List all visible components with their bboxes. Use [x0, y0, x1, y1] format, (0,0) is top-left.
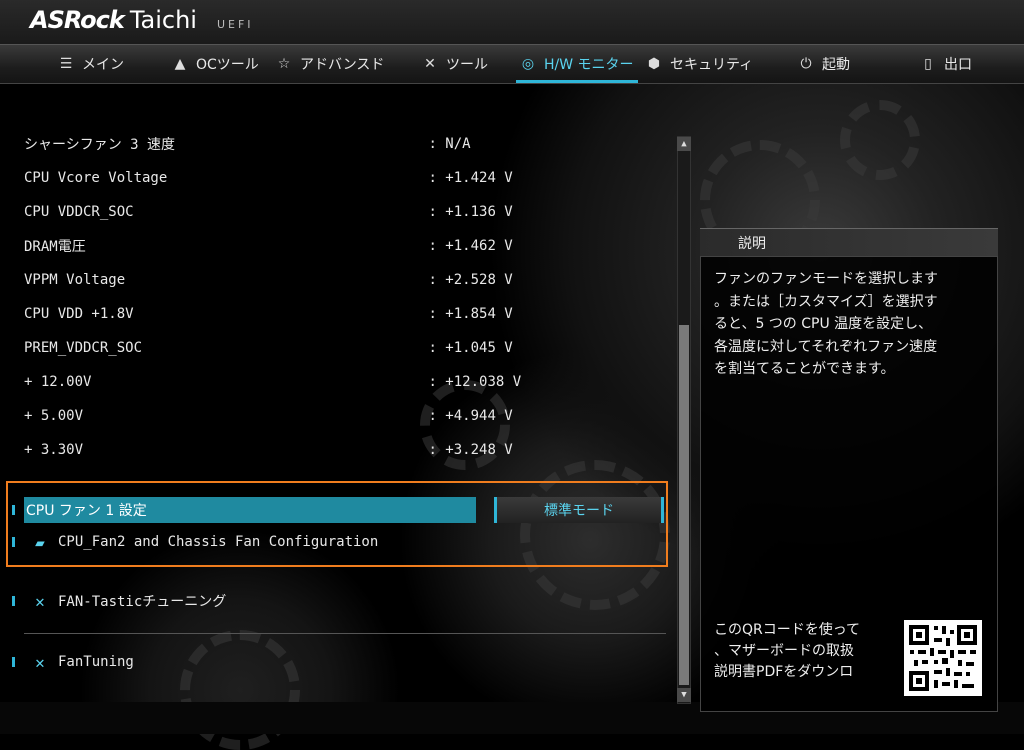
item-label: FAN-Tasticチューニング: [58, 594, 227, 610]
qr-description: このQRコードを使って 、マザーボードの取扱 説明書PDFをダウンロ: [714, 620, 894, 683]
tab-exit[interactable]: ▯ 出口: [920, 45, 972, 83]
exit-icon: ▯: [924, 56, 932, 72]
tab-label: 起動: [822, 57, 850, 73]
monitor-row-value: : +2.528 V: [428, 272, 513, 288]
monitor-row-value: : +1.854 V: [428, 306, 513, 322]
tab-label: ツール: [446, 57, 488, 73]
monitor-row: DRAM電圧 : +1.462 V: [24, 234, 544, 258]
monitor-icon: ◎: [521, 56, 535, 72]
monitor-row: CPU VDDCR_SOC : +1.136 V: [24, 200, 544, 224]
monitor-row-value: : +3.248 V: [428, 442, 513, 458]
fan-tastic-tuning-item[interactable]: ✕ FAN-Tasticチューニング: [30, 589, 226, 613]
monitor-row-label: CPU Vcore Voltage: [24, 170, 168, 186]
monitor-row: CPU Vcore Voltage : +1.424 V: [24, 166, 544, 190]
main-nav: ☰ メイン ▲ OCツール ☆ アドバンスド ✕ ツール ◎ H/W モニター …: [0, 44, 1024, 84]
gear-decoration: [840, 100, 920, 180]
logo-uefi: UEFI: [216, 18, 254, 31]
tab-tools[interactable]: ✕ ツール: [422, 45, 488, 83]
tools-icon: ✕: [424, 56, 436, 72]
tools-icon: ✕: [35, 652, 45, 672]
help-line: ファンのファンモードを選択します: [714, 271, 938, 287]
monitor-row-value: : +1.424 V: [428, 170, 513, 186]
asrock-taichi-logo: ASRock Taichi UEFI: [30, 6, 254, 34]
monitor-row: PREM_VDDCR_SOC : +1.045 V: [24, 336, 544, 360]
help-line: ると、5 つの CPU 温度を設定し、: [714, 316, 933, 332]
tab-advanced[interactable]: ☆ アドバンスド: [276, 45, 385, 83]
monitor-row-label: VPPM Voltage: [24, 272, 126, 288]
tab-label: メイン: [82, 57, 124, 73]
star-icon: ☆: [277, 56, 291, 72]
monitor-row: + 5.00V : +4.944 V: [24, 404, 544, 428]
item-label: FanTuning: [58, 654, 134, 670]
fan-tuning-item[interactable]: ✕ FanTuning: [30, 650, 134, 674]
monitor-row-label: PREM_VDDCR_SOC: [24, 340, 143, 356]
qr-code-icon: [904, 620, 982, 696]
scrollbar-thumb[interactable]: [679, 325, 689, 685]
monitor-row-value: : +1.045 V: [428, 340, 513, 356]
header-bar: ASRock Taichi UEFI: [0, 0, 1024, 44]
monitor-row-value: : +1.462 V: [428, 238, 513, 254]
monitor-row-label: シャーシファン 3 速度: [24, 137, 176, 153]
power-icon: ⏻: [800, 56, 812, 72]
monitor-row-label: CPU VDD +1.8V: [24, 306, 134, 322]
tab-hw-monitor[interactable]: ◎ H/W モニター: [516, 45, 638, 83]
shield-icon: ⬢: [647, 56, 661, 72]
monitor-row-label: CPU VDDCR_SOC: [24, 204, 134, 220]
tab-boot[interactable]: ⏻ 起動: [798, 45, 850, 83]
help-header: 説明: [700, 228, 998, 257]
scroll-down-arrow-icon[interactable]: ▼: [677, 688, 691, 702]
tab-label: OCツール: [196, 57, 259, 73]
tools-icon: ✕: [35, 591, 45, 611]
monitor-row: シャーシファン 3 速度 : N/A: [24, 132, 544, 156]
help-line: 各温度に対してそれぞれファン速度: [714, 338, 938, 355]
qr-line: 説明書PDFをダウンロ: [714, 664, 854, 680]
tab-label: セキュリティ: [670, 57, 754, 73]
scroll-up-arrow-icon[interactable]: ▲: [677, 137, 691, 151]
tab-security[interactable]: ⬢ セキュリティ: [646, 45, 753, 83]
monitor-row-value: : +4.944 V: [428, 408, 513, 424]
item-marker: [12, 657, 15, 667]
rocket-icon: ▲: [174, 56, 186, 72]
help-title: 説明: [738, 236, 766, 252]
monitor-row-label: + 12.00V: [24, 374, 92, 390]
divider: [24, 633, 666, 634]
list-icon: ☰: [59, 56, 73, 72]
tab-label: H/W モニター: [544, 57, 634, 73]
monitor-row: + 12.00V : +12.038 V: [24, 370, 544, 394]
help-line: を割当てることができます。: [714, 361, 895, 377]
qr-line: 、マザーボードの取扱: [714, 643, 854, 659]
tab-main[interactable]: ☰ メイン: [58, 45, 124, 83]
monitor-row-value: : N/A: [428, 136, 471, 152]
help-line: 。または［カスタマイズ］を選択す: [714, 293, 938, 310]
tab-label: 出口: [944, 57, 972, 73]
tab-oc-tools[interactable]: ▲ OCツール: [172, 45, 259, 83]
tab-label: アドバンスド: [300, 57, 385, 73]
monitor-row-label: + 3.30V: [24, 442, 84, 458]
help-description: ファンのファンモードを選択します 。または［カスタマイズ］を選択す ると、5 つ…: [714, 268, 992, 381]
monitor-row-label: + 5.00V: [24, 408, 84, 424]
monitor-row: + 3.30V : +3.248 V: [24, 438, 544, 462]
monitor-row-label: DRAM電圧: [24, 239, 86, 255]
logo-model: Taichi: [129, 6, 197, 34]
qr-line: このQRコードを使って: [714, 622, 861, 638]
logo-brand: ASRock: [30, 6, 125, 34]
monitor-row-value: : +12.038 V: [428, 374, 522, 390]
monitor-row-value: : +1.136 V: [428, 204, 513, 220]
item-marker: [12, 596, 15, 606]
monitor-row: CPU VDD +1.8V : +1.854 V: [24, 302, 544, 326]
monitor-row: VPPM Voltage : +2.528 V: [24, 268, 544, 292]
highlight-frame: [6, 481, 668, 567]
